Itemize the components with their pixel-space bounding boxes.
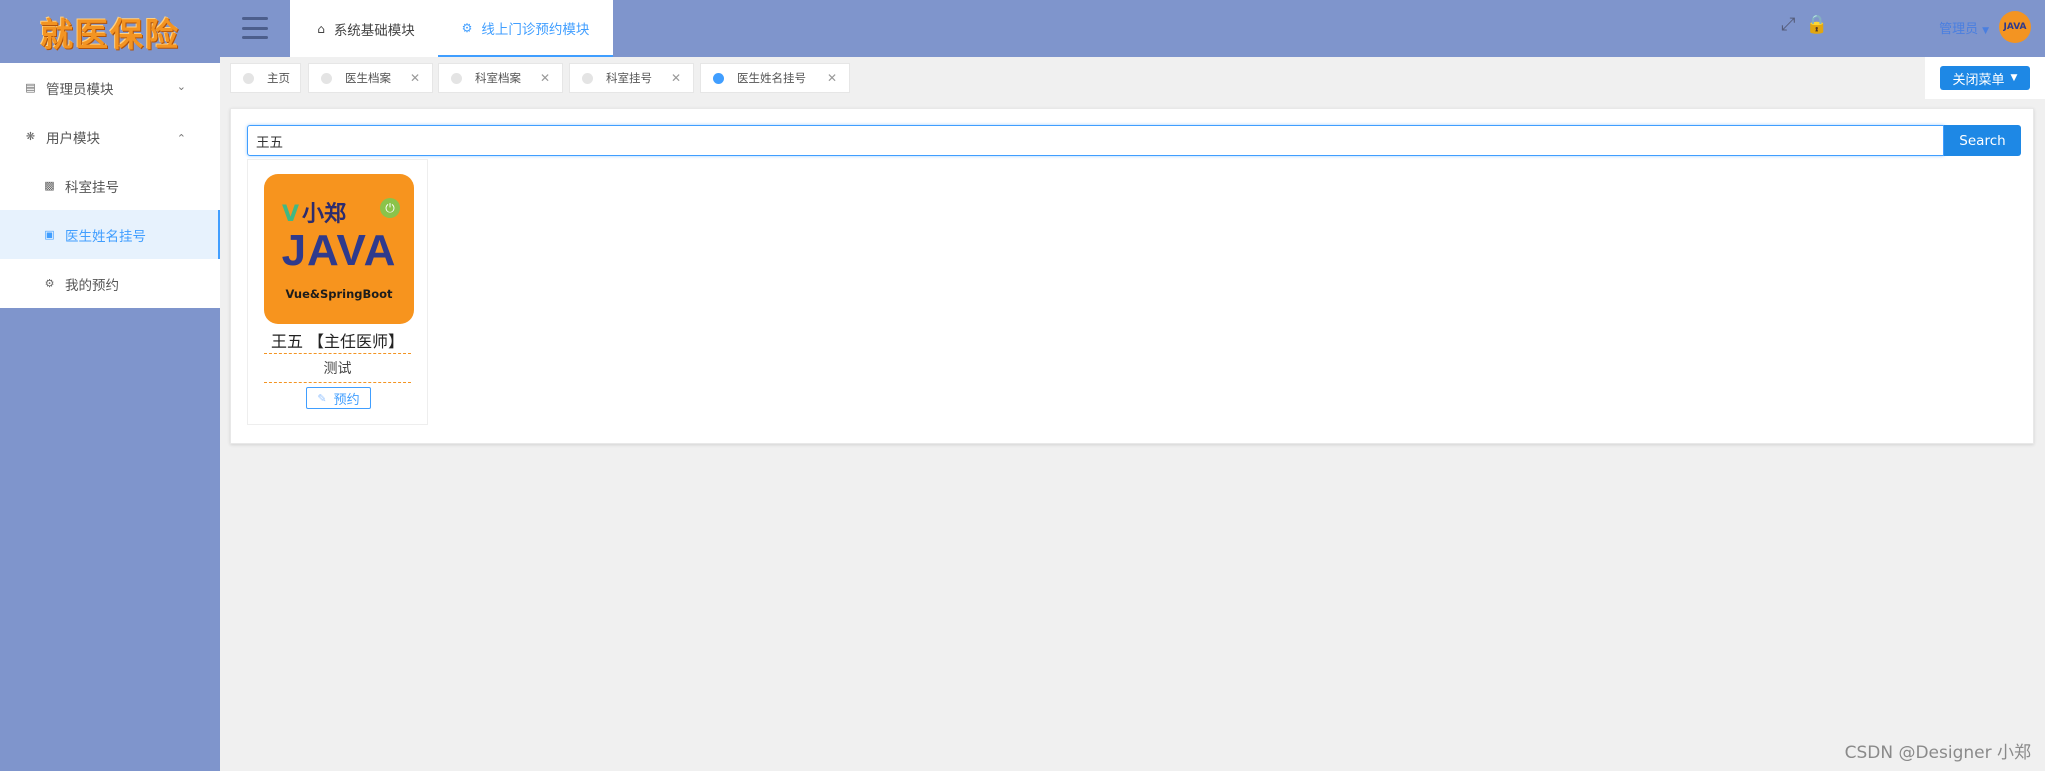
divider [264, 353, 411, 354]
chat-icon: ▩ [44, 179, 55, 192]
dot-icon [243, 72, 254, 84]
user-dropdown[interactable]: 管理员 ▼ [1939, 18, 1989, 37]
bed-icon: ▤ [25, 81, 36, 94]
chevron-down-icon: ⌄ [176, 80, 186, 93]
close-icon[interactable]: ✕ [540, 71, 550, 85]
logo-subtitle: Vue&SpringBoot [285, 287, 393, 301]
tab-label: 系统基础模块 [333, 22, 415, 39]
vue-icon: V [282, 202, 300, 227]
close-menu-area: 关闭菜单 ▼ [1925, 57, 2045, 99]
tag-home[interactable]: 主页 [230, 63, 301, 93]
home-icon: ⌂ [317, 21, 325, 36]
close-menu-label: 关闭菜单 [1952, 72, 2005, 88]
doctor-department: 测试 [323, 361, 352, 377]
logo-text: V 小郑 [282, 202, 347, 227]
search-button[interactable]: Search [1944, 125, 2021, 156]
sidebar-item-label: 我的预约 [65, 277, 119, 294]
tag-label: 科室档案 [475, 71, 521, 85]
dot-icon [321, 72, 332, 84]
sidebar-item-label: 用户模块 [46, 130, 100, 147]
header-tools: ⤢ 🔒 [1781, 14, 1828, 35]
lock-icon[interactable]: 🔒 [1806, 14, 1828, 35]
close-icon[interactable]: ✕ [671, 71, 681, 85]
tab-label: 线上门诊预约模块 [481, 21, 590, 38]
tag-label: 主页 [267, 71, 290, 85]
tab-system-basic-module[interactable]: ⌂ 系统基础模块 [290, 0, 442, 57]
chevron-up-icon: ⌃ [176, 132, 186, 145]
tag-label: 医生姓名挂号 [737, 71, 806, 85]
watermark: CSDN @Designer 小郑 [1844, 743, 2031, 763]
sidebar-item-department-registration[interactable]: ▩ 科室挂号 [0, 161, 220, 210]
fullscreen-icon[interactable]: ⤢ [1781, 14, 1795, 35]
tag-doctor-records[interactable]: 医生档案 ✕ [308, 63, 433, 93]
doctor-photo: V 小郑 ⏻ JAVA Vue&SpringBoot [264, 174, 414, 324]
power-icon: ⏻ [380, 198, 400, 218]
doctor-name: 王五 【主任医师】 [270, 332, 405, 351]
bug-icon: ❋ [25, 130, 36, 143]
app-logo: 就医保险 [40, 14, 180, 54]
user-name: 管理员 [1939, 22, 1979, 37]
tags-bar: 主页 医生档案 ✕ 科室档案 ✕ 科室挂号 ✕ 医生姓名挂号 ✕ 关闭菜单 ▼ [220, 57, 2045, 99]
sidebar-item-admin-module[interactable]: ▤ 管理员模块 ⌄ [0, 63, 220, 112]
logo-java-text: JAVA [281, 226, 397, 275]
dot-icon [451, 72, 462, 84]
doctor-card: V 小郑 ⏻ JAVA Vue&SpringBoot 王五 【主任医师】 测试 ✎… [247, 159, 428, 425]
top-header: ⌂ 系统基础模块 ⚙ 线上门诊预约模块 ⤢ 🔒 管理员 ▼ JAVA [220, 0, 2045, 57]
sidebar-item-my-appointments[interactable]: ⚙ 我的预约 [0, 259, 220, 308]
close-icon[interactable]: ✕ [410, 71, 420, 85]
divider [264, 382, 411, 383]
tag-doctor-name-registration[interactable]: 医生姓名挂号 ✕ [700, 63, 850, 93]
sidebar-item-label: 管理员模块 [46, 81, 114, 98]
main-panel: Search V小郑 ⏻ JAVA Vue&SpringBoot 王五 【主任医… [230, 108, 2034, 444]
sidebar-item-doctor-name-registration[interactable]: ▣ 医生姓名挂号 [0, 210, 220, 259]
sidebar-item-user-module[interactable]: ❋ 用户模块 ⌃ [0, 112, 220, 161]
sidebar-item-label: 医生姓名挂号 [65, 228, 146, 245]
tab-online-appointment-module[interactable]: ⚙ 线上门诊预约模块 [438, 0, 613, 57]
tag-department-records[interactable]: 科室档案 ✕ [438, 63, 563, 93]
tag-label: 科室挂号 [606, 71, 652, 85]
settings-icon: ⚙ [461, 20, 473, 35]
tag-department-registration[interactable]: 科室挂号 ✕ [569, 63, 694, 93]
dashboard-icon: ⚙ [44, 277, 55, 290]
caret-down-icon: ▼ [1982, 26, 1989, 36]
search-input[interactable] [247, 125, 1944, 156]
menu-toggle-icon[interactable] [242, 17, 268, 39]
sidebar-item-label: 科室挂号 [65, 179, 119, 196]
sidebar-menu: ▤ 管理员模块 ⌄ ❋ 用户模块 ⌃ ▩ 科室挂号 ▣ 医生姓名挂号 ⚙ 我的预… [0, 63, 220, 308]
close-icon[interactable]: ✕ [827, 71, 837, 85]
avatar[interactable]: JAVA [1999, 11, 2031, 43]
card-icon: ▣ [44, 228, 55, 241]
dot-icon [582, 72, 593, 84]
book-label: 预约 [333, 392, 360, 408]
dot-icon [713, 72, 724, 84]
edit-icon: ✎ [317, 391, 327, 405]
tag-label: 医生档案 [345, 71, 391, 85]
caret-down-icon: ▼ [2010, 73, 2018, 83]
sidebar: 就医保险 ▤ 管理员模块 ⌄ ❋ 用户模块 ⌃ ▩ 科室挂号 ▣ 医生姓名挂号 … [0, 0, 220, 771]
book-button[interactable]: ✎ 预约 [306, 387, 371, 409]
close-menu-button[interactable]: 关闭菜单 ▼ [1940, 66, 2030, 90]
